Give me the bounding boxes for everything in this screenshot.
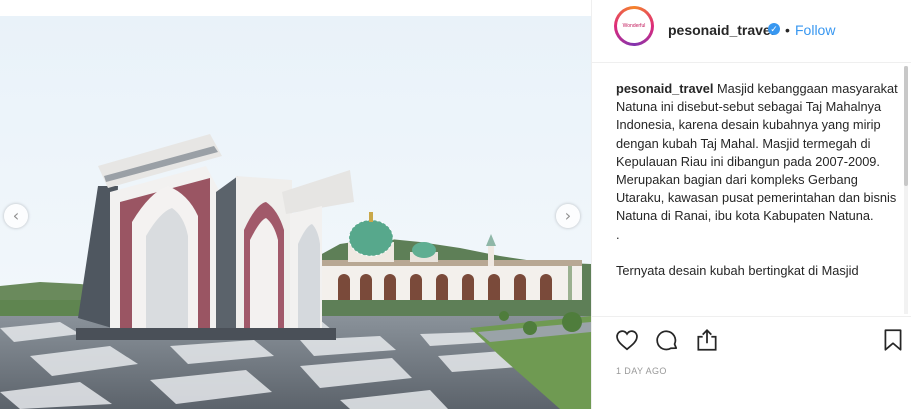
carousel-prev-button[interactable]: ‹ [4,204,28,228]
separator-dot: • [785,22,790,38]
share-icon [697,329,717,351]
bookmark-icon [884,329,902,351]
carousel-next-button[interactable]: › [556,204,580,228]
avatar-logo: Wonderful Indonesia [617,9,651,43]
follow-button[interactable]: Follow [795,22,835,38]
comment-button[interactable] [654,327,680,353]
comment-icon [656,330,678,351]
share-button[interactable] [694,327,720,353]
post-header: Wonderful Indonesia pesonaid_travel ✓ • … [592,0,911,63]
scrollbar-thumb[interactable] [904,66,908,186]
caption-username[interactable]: pesonaid_travel [616,81,713,96]
avatar[interactable]: Wonderful Indonesia [614,6,654,46]
caption-text-continued: Ternyata desain kubah bertingkat di Masj… [616,262,859,278]
carousel-indicator [276,404,296,409]
caption-scrollbar[interactable] [904,66,908,314]
post-actions [592,316,911,361]
username-link[interactable]: pesonaid_travel [668,22,775,38]
verified-badge-icon: ✓ [768,23,780,35]
chevron-left-icon: ‹ [12,206,20,225]
post-caption: pesonaid_travel Masjid kebanggaan masyar… [616,80,900,314]
post-timestamp[interactable]: 1 DAY AGO [616,366,667,376]
caption-text: Masjid kebanggaan masyarakat Natuna ini … [616,81,898,224]
chevron-right-icon: › [564,206,572,225]
caption-dot: . [616,226,620,242]
post-sidebar: Wonderful Indonesia pesonaid_travel ✓ • … [591,0,911,409]
mosque-photo-illustration [0,16,591,409]
save-button[interactable] [880,327,906,353]
heart-icon [616,330,638,351]
post-photo[interactable]: ‹ › [0,16,591,409]
like-button[interactable] [614,327,640,353]
